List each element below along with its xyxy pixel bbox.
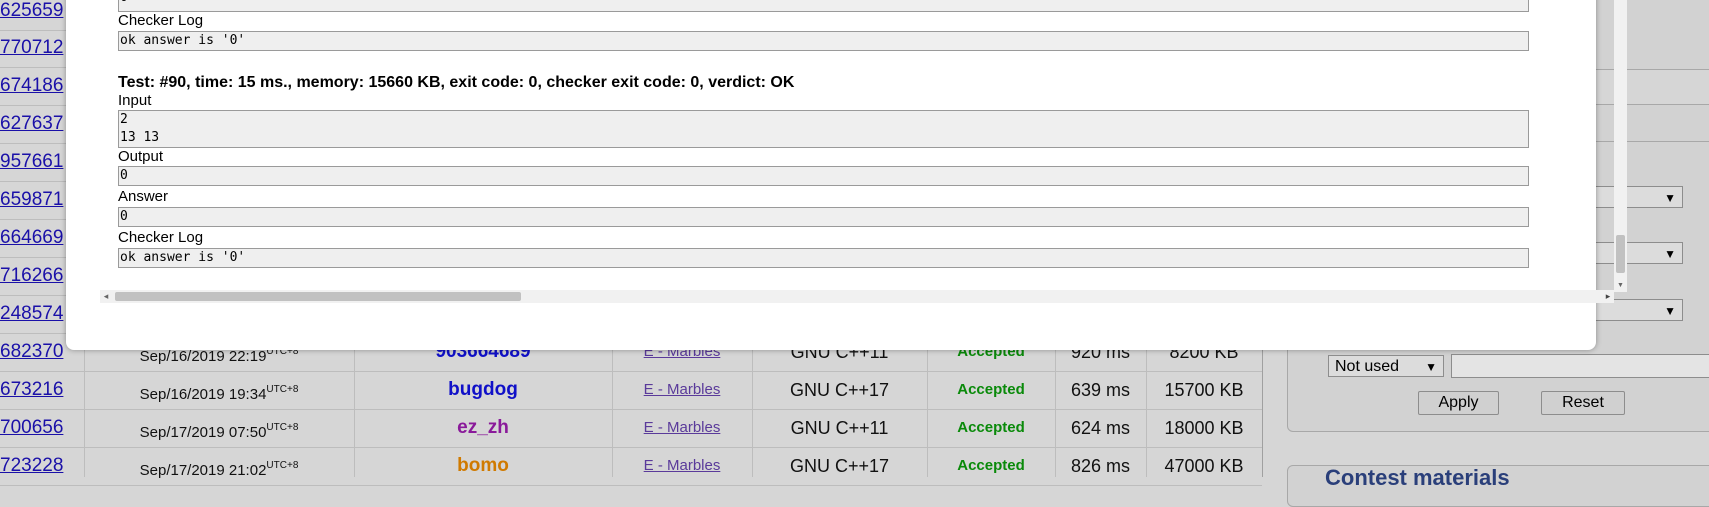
problem-link[interactable]: E - Marbles (612, 409, 752, 447)
checker-log-box: ok answer is '0' (118, 248, 1529, 268)
memory-cell: 47000 KB (1164, 456, 1244, 476)
timezone-label: UTC+8 (266, 460, 299, 471)
author-handle-link[interactable]: ez_zh (354, 409, 612, 447)
submission-id-link[interactable]: 673216 (0, 371, 84, 409)
previous-checker-log-box: ok answer is '0' (118, 31, 1529, 51)
table-row: 700656 Sep/17/2019 07:50UTC+8 ez_zh E - Mar… (0, 409, 1262, 448)
test-details-popup: 0 Checker Log ok answer is '0' Test: #90… (66, 0, 1627, 350)
language-cell: GNU C++11 (790, 418, 889, 438)
submission-time-value: Sep/17/2019 07:50 (139, 424, 267, 441)
vertical-scroll-thumb[interactable] (1616, 235, 1625, 273)
table-row: 723228 Sep/17/2019 21:02UTC+8 bomo E - Marb… (0, 447, 1262, 486)
chevron-down-icon: ▼ (1425, 360, 1437, 374)
previous-checker-log-label: Checker Log (118, 12, 204, 29)
test-header: Test: #90, time: 15 ms., memory: 15660 K… (118, 74, 795, 91)
checker-log-label: Checker Log (118, 229, 204, 246)
memory-cell: 18000 KB (1164, 418, 1244, 438)
problem-link[interactable]: E - Marbles (612, 371, 752, 409)
timezone-label: UTC+8 (266, 384, 299, 395)
author-handle-link[interactable]: bomo (354, 447, 612, 485)
table-row: 673216 Sep/16/2019 19:34UTC+8 bugdog E - Ma… (0, 371, 1262, 410)
output-label: Output (118, 148, 164, 165)
language-cell: GNU C++17 (789, 380, 890, 400)
filter-text-input[interactable] (1451, 354, 1709, 378)
timezone-label: UTC+8 (266, 422, 299, 433)
submission-time: Sep/17/2019 21:02UTC+8 (84, 447, 354, 485)
verdict-cell: Accepted (957, 419, 1025, 436)
verdict-cell: Accepted (957, 457, 1025, 474)
submission-time: Sep/17/2019 07:50UTC+8 (84, 409, 354, 447)
submission-id-link[interactable]: 723228 (0, 447, 84, 485)
previous-output-box: 0 (118, 0, 1529, 12)
answer-label: Answer (118, 188, 169, 205)
author-handle-link[interactable]: bugdog (354, 371, 612, 409)
vertical-scrollbar[interactable]: ▼ (1614, 0, 1627, 292)
submission-time-value: Sep/16/2019 19:34 (139, 386, 267, 403)
submission-time-value: Sep/17/2019 21:02 (139, 462, 267, 479)
filter-select-value: Not used (1335, 358, 1400, 375)
answer-box: 0 (118, 207, 1529, 227)
chevron-down-icon: ▼ (1664, 191, 1676, 205)
filter-select-2[interactable]: ▼ (1588, 242, 1683, 264)
time-cell: 624 ms (1070, 418, 1131, 438)
contest-materials-title: Contest materials (1325, 465, 1510, 490)
time-cell: 639 ms (1070, 380, 1131, 400)
verdict-cell: Accepted (957, 381, 1025, 398)
output-box: 0 (118, 166, 1529, 186)
time-cell: 826 ms (1070, 456, 1131, 476)
tests-scroll-area[interactable]: 0 Checker Log ok answer is '0' Test: #90… (118, 0, 1531, 280)
contest-materials-box: Contest materials (1287, 465, 1709, 507)
chevron-down-icon: ▼ (1664, 247, 1676, 261)
horizontal-scroll-thumb[interactable] (115, 292, 521, 301)
horizontal-scrollbar[interactable]: ◂ ▸ (100, 290, 1614, 303)
chevron-down-icon: ▼ (1664, 304, 1676, 318)
language-cell: GNU C++17 (789, 456, 890, 476)
input-box: 2 13 13 (118, 110, 1529, 148)
submission-time-value: Sep/16/2019 22:19 (139, 348, 267, 365)
submission-time: Sep/16/2019 19:34UTC+8 (84, 371, 354, 409)
problem-link[interactable]: E - Marbles (612, 447, 752, 485)
apply-button[interactable]: Apply (1418, 391, 1499, 415)
scroll-down-arrow-icon[interactable]: ▼ (1614, 280, 1627, 292)
reset-button[interactable]: Reset (1541, 391, 1625, 415)
input-label: Input (118, 92, 152, 109)
filter-select-1[interactable]: ▼ (1588, 186, 1683, 208)
filter-select-not-used[interactable]: Not used ▼ (1328, 355, 1444, 377)
memory-cell: 15700 KB (1164, 380, 1244, 400)
scroll-left-arrow-icon[interactable]: ◂ (100, 290, 112, 303)
scroll-right-arrow-icon[interactable]: ▸ (1602, 290, 1614, 303)
submission-id-link[interactable]: 700656 (0, 409, 84, 447)
